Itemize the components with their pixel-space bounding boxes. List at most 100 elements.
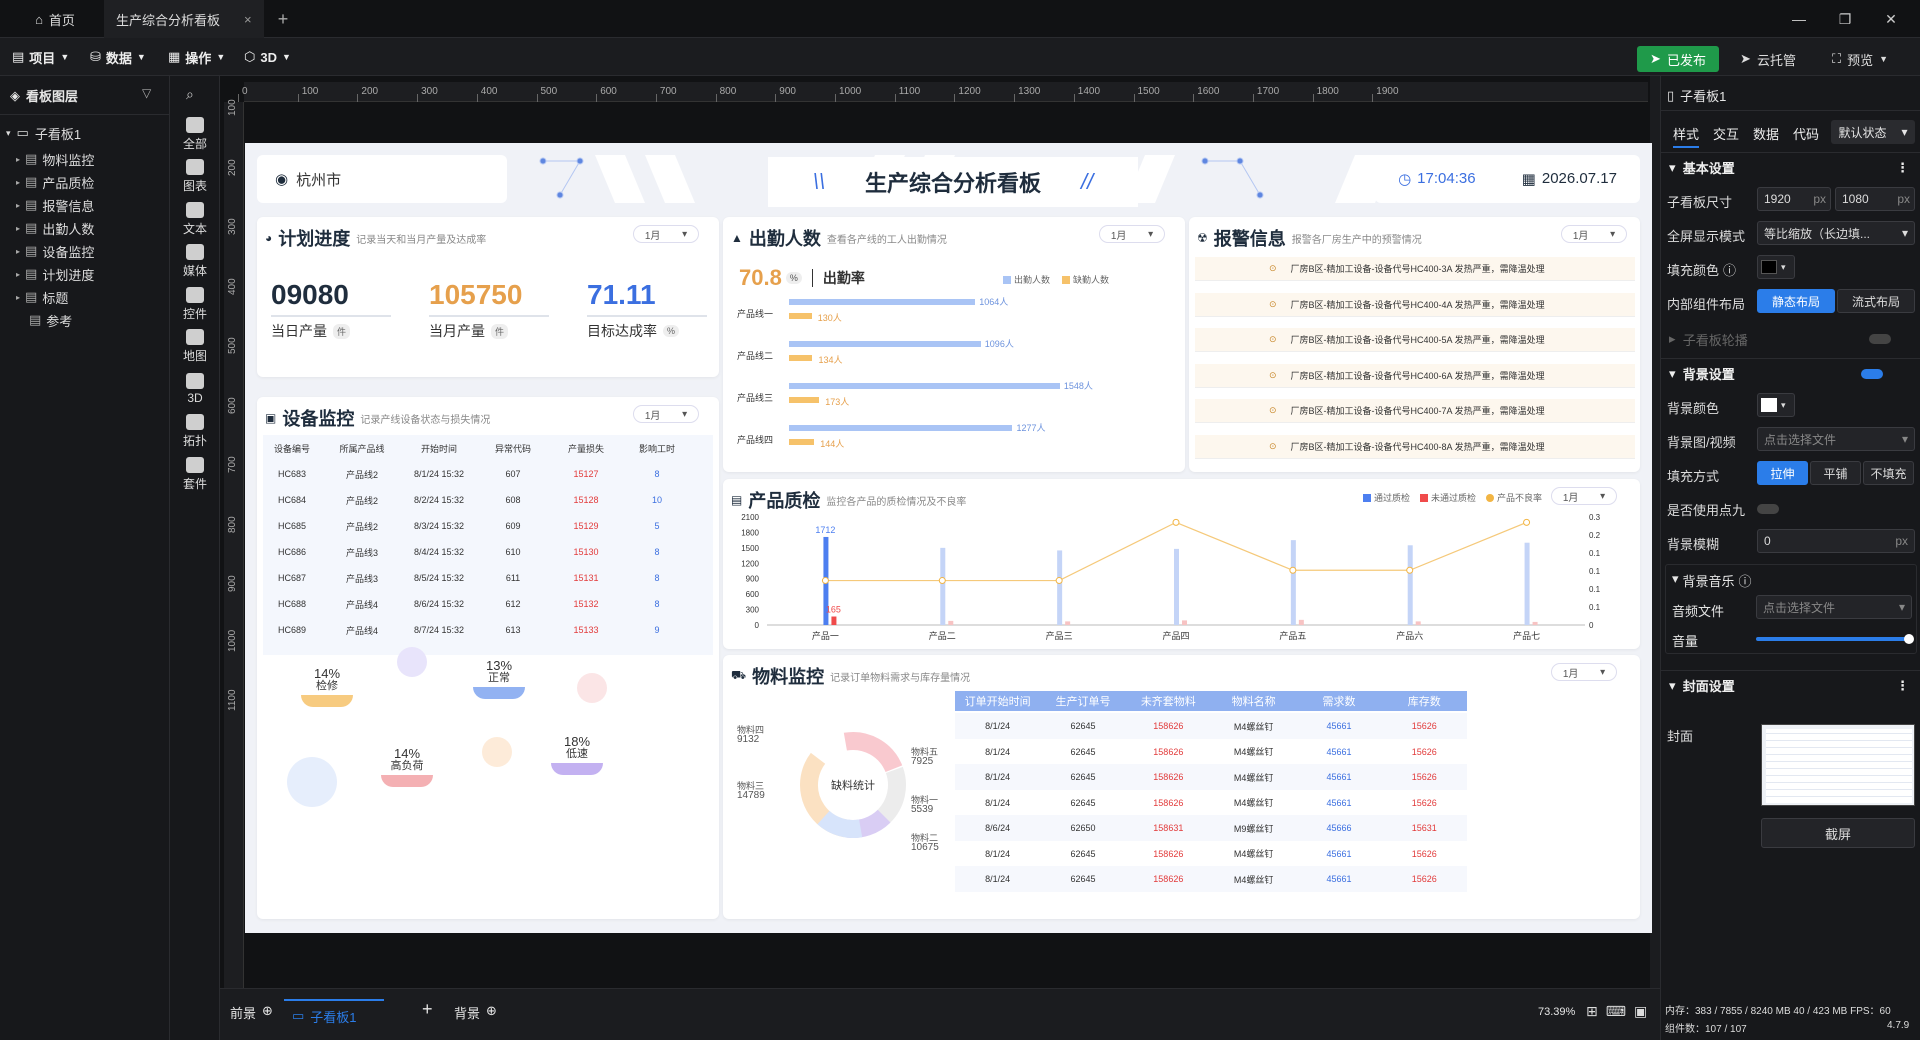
close-icon[interactable]: × xyxy=(244,12,252,27)
month-select[interactable]: 1月 ▾ xyxy=(1551,663,1617,681)
people-icon: ▲ xyxy=(731,231,743,245)
month-select[interactable]: 1月 ▾ xyxy=(633,405,699,423)
fill-option[interactable]: 拉伸 xyxy=(1757,461,1808,485)
background-toggle[interactable] xyxy=(1861,368,1883,379)
table-row[interactable]: 8/1/24 62645 158626 M4螺丝钉 45661 15626 xyxy=(955,713,1467,739)
alarm-item[interactable]: ⊙ 厂房B区-精加工设备-设备代号HC400-6A 发热严重，需降温处理 xyxy=(1195,363,1635,388)
table-row[interactable]: 8/1/24 62645 158626 M4螺丝钉 45661 15626 xyxy=(955,789,1467,816)
expand-icon[interactable]: ▸ xyxy=(16,201,20,210)
music-header[interactable]: ▾ 背景音乐 ⓘ xyxy=(1672,571,1752,590)
ruler-tick: 100 xyxy=(227,99,238,116)
menu-3d[interactable]: ⬡ 3D ▼ xyxy=(244,38,291,76)
more-icon[interactable]: ⋮ xyxy=(1896,160,1909,176)
minimize-icon[interactable]: — xyxy=(1776,0,1822,38)
add-icon[interactable]: ⊕ xyxy=(486,1003,497,1022)
expand-icon[interactable]: ▸ xyxy=(16,293,20,302)
filter-icon[interactable]: ▽ xyxy=(142,86,151,100)
layer-item[interactable]: ▤ 参考 xyxy=(0,307,170,333)
dashboard-canvas[interactable]: ◉ 杭州市 \\ 生产综合分析看板 // ◷ 17:04:36 ▦ 2026.07.1… xyxy=(245,143,1652,933)
screenshot-button[interactable]: 截屏 xyxy=(1761,818,1915,848)
terminal-icon[interactable]: ▣ xyxy=(1634,1003,1647,1020)
add-icon[interactable]: ⊕ xyxy=(262,1003,273,1022)
month-select[interactable]: 1月 ▾ xyxy=(1099,225,1165,243)
category-icon xyxy=(186,159,204,175)
section-basic[interactable]: ▾ 基本设置 ⋮ xyxy=(1661,152,1920,182)
alarm-item[interactable]: ⊙ 厂房B区-精加工设备-设备代号HC400-4A 发热严重，需降温处理 xyxy=(1195,292,1635,317)
cloud-button[interactable]: ➤ 云托管 xyxy=(1728,46,1808,72)
alarm-item[interactable]: ⊙ 厂房B区-精加工设备-设备代号HC400-3A 发热严重，需降温处理 xyxy=(1195,257,1635,281)
table-row[interactable]: 8/1/24 62645 158626 M4螺丝钉 45661 15626 xyxy=(955,866,1467,892)
component-category[interactable]: 套件 xyxy=(170,448,220,500)
expand-icon[interactable]: ▸ xyxy=(16,224,20,233)
volume-slider[interactable] xyxy=(1756,634,1914,644)
props-tab[interactable]: 代码 xyxy=(1793,124,1819,143)
props-tab[interactable]: 样式 xyxy=(1673,124,1700,148)
y-tick: 2100 xyxy=(741,513,759,522)
table-row[interactable]: HC689 产品线4 8/7/24 15:32 613 15133 9 xyxy=(263,617,693,643)
fullscreen-select[interactable]: 等比缩放（长边填... ▾ xyxy=(1757,221,1915,245)
add-board-icon[interactable]: + xyxy=(422,999,433,1020)
preview-button[interactable]: ⛶ 预览 ▼ xyxy=(1818,46,1902,72)
fit-icon[interactable]: ⊞ xyxy=(1586,1003,1598,1020)
alarm-item[interactable]: ⊙ 厂房B区-精加工设备-设备代号HC400-5A 发热严重，需降温处理 xyxy=(1195,328,1635,352)
foreground-tab[interactable]: 前景 ⊕ xyxy=(230,1003,273,1022)
expand-icon[interactable]: ▸ xyxy=(16,270,20,279)
new-tab-button[interactable]: + xyxy=(268,0,298,38)
flow-layout-button[interactable]: 流式布局 xyxy=(1837,289,1915,313)
x-tick: 产品四 xyxy=(1162,630,1189,641)
table-row[interactable]: HC687 产品线3 8/5/24 15:32 611 15131 8 xyxy=(263,565,693,591)
alarm-item[interactable]: ⊙ 厂房B区-精加工设备-设备代号HC400-8A 发热严重，需降温处理 xyxy=(1195,434,1635,459)
keyboard-icon[interactable]: ⌨ xyxy=(1606,1003,1626,1020)
table-row[interactable]: 8/1/24 62645 158626 M4螺丝钉 45661 15626 xyxy=(955,738,1467,765)
section-cover[interactable]: ▾ 封面设置 ⋮ xyxy=(1661,670,1920,700)
table-row[interactable]: HC684 产品线2 8/2/24 15:32 608 15128 10 xyxy=(263,487,693,513)
props-tab[interactable]: 交互 xyxy=(1713,124,1739,143)
restore-icon[interactable]: ❐ xyxy=(1822,0,1868,38)
alarm-item[interactable]: ⊙ 厂房B区-精加工设备-设备代号HC400-7A 发热严重，需降温处理 xyxy=(1195,399,1635,423)
expand-icon[interactable]: ▸ xyxy=(16,178,20,187)
state-select[interactable]: 默认状态 ▾ xyxy=(1831,120,1915,144)
month-select[interactable]: 1月 ▾ xyxy=(633,225,699,243)
static-layout-button[interactable]: 静态布局 xyxy=(1757,289,1835,313)
dot9-toggle[interactable] xyxy=(1757,504,1779,514)
bgimg-select[interactable]: 点击选择文件 ▾ xyxy=(1757,427,1915,451)
props-tab[interactable]: 数据 xyxy=(1753,124,1779,143)
menu-operate[interactable]: ▦ 操作 ▼ xyxy=(168,38,225,76)
zoom-level[interactable]: 73.39% xyxy=(1538,1006,1575,1018)
table-row[interactable]: HC686 产品线3 8/4/24 15:32 610 15130 8 xyxy=(263,539,693,565)
blur-input[interactable]: 0 px xyxy=(1757,529,1915,553)
fill-option[interactable]: 不填充 xyxy=(1863,461,1914,485)
menu-project[interactable]: ▤ 项目 ▼ xyxy=(12,38,69,76)
table-row[interactable]: 8/1/24 62645 158626 M4螺丝钉 45661 15626 xyxy=(955,764,1467,790)
table-row[interactable]: 8/6/24 62650 158631 M9螺丝钉 45666 15631 xyxy=(955,815,1467,841)
audio-select[interactable]: 点击选择文件 ▾ xyxy=(1756,595,1912,619)
table-row[interactable]: HC685 产品线2 8/3/24 15:32 609 15129 5 xyxy=(263,513,693,539)
window-close-icon[interactable]: ✕ xyxy=(1868,0,1914,38)
month-select[interactable]: 1月 ▾ xyxy=(1561,225,1627,243)
width-input[interactable]: 1920 px xyxy=(1757,187,1831,211)
expand-icon[interactable]: ▸ xyxy=(16,247,20,256)
board-tab[interactable]: ▭ 子看板1 xyxy=(284,999,384,1031)
publish-button[interactable]: ➤ 已发布 xyxy=(1637,46,1719,72)
more-icon[interactable]: ⋮ xyxy=(1896,678,1909,694)
expand-icon[interactable]: ▸ xyxy=(16,155,20,164)
ruler-tick: 200 xyxy=(361,86,379,97)
fill-option[interactable]: 平铺 xyxy=(1810,461,1861,485)
background-tab[interactable]: 背景 ⊕ xyxy=(454,1003,497,1022)
bg-color-picker[interactable]: ▾ xyxy=(1757,393,1795,417)
tab-home[interactable]: ⌂ 首页 xyxy=(10,0,100,38)
carousel-toggle[interactable] xyxy=(1869,334,1891,344)
section-background[interactable]: ▾ 背景设置 xyxy=(1661,358,1920,388)
month-select[interactable]: 1月 ▾ xyxy=(1551,487,1617,505)
height-input[interactable]: 1080 px xyxy=(1835,187,1915,211)
fill-color-picker[interactable]: ▾ xyxy=(1757,255,1795,279)
tab-document[interactable]: 生产综合分析看板 × xyxy=(104,0,264,38)
table-row[interactable]: 8/1/24 62645 158626 M4螺丝钉 45661 15626 xyxy=(955,840,1467,867)
cover-thumbnail[interactable] xyxy=(1761,724,1915,806)
search-icon[interactable]: ⌕ xyxy=(186,86,194,103)
table-row[interactable]: HC683 产品线2 8/1/24 15:32 607 15127 8 xyxy=(263,461,693,487)
layer-root[interactable]: ▾ ▭ 子看板1 xyxy=(0,120,170,146)
carousel-row[interactable]: ▸ 子看板轮播 xyxy=(1669,324,1920,354)
menu-data[interactable]: ⛁ 数据 ▼ xyxy=(90,38,146,76)
table-row[interactable]: HC688 产品线4 8/6/24 15:32 612 15132 8 xyxy=(263,591,693,617)
